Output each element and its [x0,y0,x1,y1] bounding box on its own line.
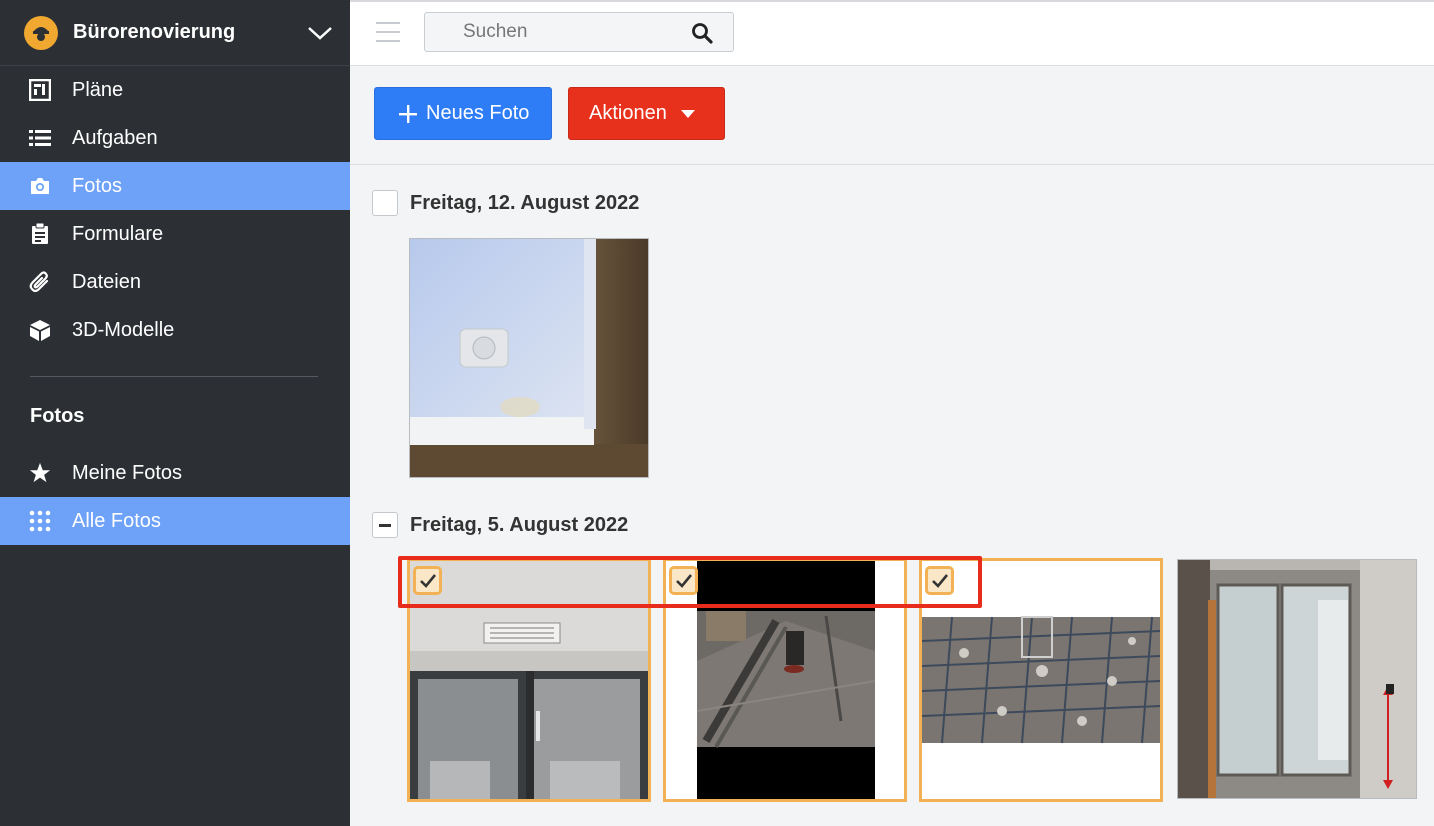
clipboard-icon [28,222,52,246]
sidebar-item-label: Alle Fotos [72,509,161,532]
photo-thumbnail[interactable] [409,238,649,478]
group-select-checkbox-indeterminate[interactable] [372,512,398,538]
group-date: Freitag, 5. August 2022 [410,513,629,536]
photo-thumbnail-selected[interactable] [663,558,907,802]
project-logo-icon [24,15,58,50]
list-icon [28,126,52,150]
sidebar-item-fotos[interactable]: Fotos [0,162,350,210]
actions-dropdown-button[interactable]: Aktionen [568,87,725,140]
sidebar-section-title: Fotos [30,405,85,427]
project-switcher[interactable]: Bürorenovierung [0,0,350,66]
photo-glass-doors [1178,560,1416,798]
sidebar-item-3d-modelle[interactable]: 3D-Modelle [0,306,350,354]
top-bar [350,0,1434,66]
caret-down-icon [680,109,695,118]
plans-icon [28,78,52,102]
actions-label: Aktionen [589,102,667,124]
sidebar-item-label: Fotos [72,174,123,197]
sidebar-item-label: Meine Fotos [72,461,183,484]
toolbar: Neues Foto Aktionen [350,66,1434,165]
sidebar-item-label: Pläne [72,78,124,101]
new-photo-label: Neues Foto [426,102,530,124]
project-name: Bürorenovierung [73,21,236,43]
hamburger-menu-icon[interactable] [376,22,400,42]
search-input[interactable] [425,13,675,51]
checkmark-icon [931,573,948,588]
minus-icon [379,523,391,527]
sidebar-item-dateien[interactable]: Dateien [0,258,350,306]
sidebar-item-plaene[interactable]: Pläne [0,66,350,114]
group-select-checkbox[interactable] [372,190,398,216]
photo-select-checkbox[interactable] [669,566,698,595]
star-icon [28,461,52,485]
cube-icon [28,318,52,342]
photo-select-checkbox[interactable] [413,566,442,595]
paperclip-icon [28,270,52,294]
date-group-header: Freitag, 5. August 2022 [372,512,628,538]
sidebar-item-alle-fotos[interactable]: Alle Fotos [0,497,350,545]
plus-icon [399,100,417,128]
sidebar-item-label: Dateien [72,270,141,293]
checkmark-icon [419,573,436,588]
sidebar-item-formulare[interactable]: Formulare [0,210,350,258]
checkmark-icon [675,573,692,588]
photo-wall-socket [410,239,648,477]
group-date: Freitag, 12. August 2022 [410,191,640,214]
photo-thumbnail-selected[interactable] [919,558,1163,802]
chevron-down-icon[interactable] [290,25,350,41]
photo-rebar-construction [666,561,904,799]
sidebar-item-label: 3D-Modelle [72,318,175,341]
sidebar-item-meine-fotos[interactable]: Meine Fotos [0,449,350,497]
search-box[interactable] [424,12,734,52]
photo-thumbnail[interactable] [1177,559,1417,799]
photo-list: Freitag, 12. August 2022 Freitag, 5. Aug… [350,165,1434,826]
sidebar: Bürorenovierung Pläne Aufgaben Fotos For… [0,0,350,826]
photo-rebar-grid [922,561,1160,799]
photo-select-checkbox[interactable] [925,566,954,595]
search-icon[interactable] [691,22,713,49]
camera-icon [28,174,52,198]
grid-icon [28,509,52,533]
photo-office-door [410,561,648,799]
new-photo-button[interactable]: Neues Foto [374,87,552,140]
sidebar-item-label: Formulare [72,222,164,245]
sidebar-item-aufgaben[interactable]: Aufgaben [0,114,350,162]
date-group-header: Freitag, 12. August 2022 [372,190,639,216]
sidebar-item-label: Aufgaben [72,126,158,149]
photo-thumbnail-selected[interactable] [407,558,651,802]
